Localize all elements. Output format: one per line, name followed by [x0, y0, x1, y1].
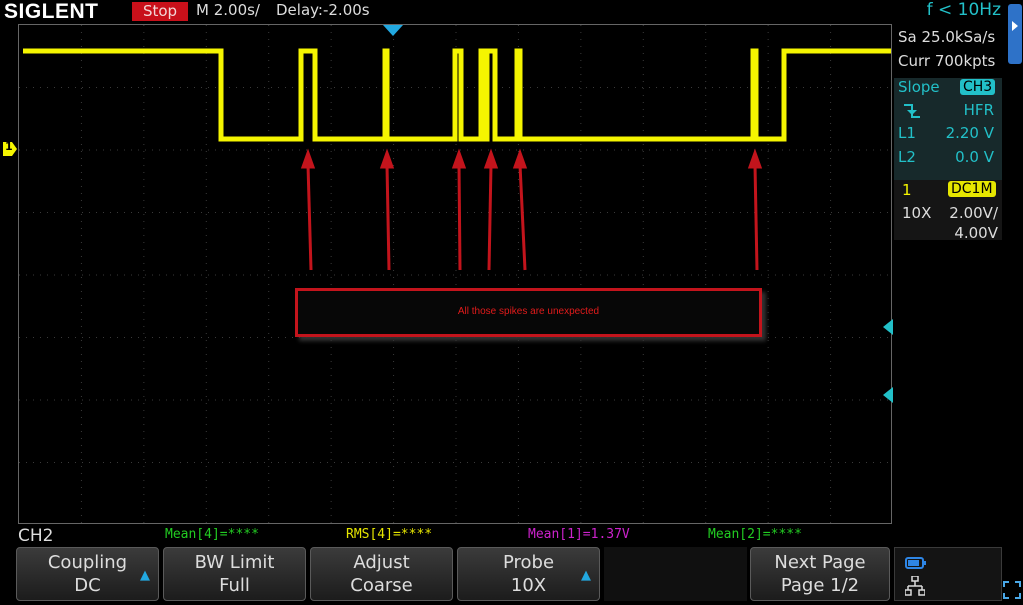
coupling-button-value: DC: [74, 575, 101, 596]
measurement-bar: CH2 Mean[4]=**** RMS[4]=**** Mean[1]=1.3…: [0, 526, 1023, 547]
bw-limit-button[interactable]: BW Limit Full: [163, 547, 306, 601]
channel1-coupling-badge: DC1M: [948, 181, 996, 197]
level1-value: 2.20 V: [945, 124, 994, 142]
trigger-coupling: HFR: [963, 101, 994, 119]
annotation-arrows: [300, 148, 763, 271]
battery-icon: [905, 554, 927, 573]
ch1-waveform-trace: [23, 48, 891, 142]
info-panel: Sa 25.0kSa/s Curr 700kpts Slope CH3 HFR …: [894, 24, 1006, 524]
empty-softkey: [604, 547, 747, 601]
trigger-position-marker[interactable]: [383, 25, 403, 36]
timebase-readout: M 2.00s/: [196, 1, 260, 19]
fullscreen-icon[interactable]: [1003, 581, 1021, 603]
ch1-ground-marker[interactable]: 1: [3, 140, 17, 156]
status-icons-panel: [894, 547, 1002, 601]
channel1-settings-panel[interactable]: 1 DC1M 10X 2.00V/ 4.00V: [894, 180, 1002, 242]
measurement-4: Mean[2]=****: [708, 527, 802, 542]
trigger-frequency-readout: f < 10Hz: [926, 0, 1001, 20]
ch3-offset-marker[interactable]: [883, 387, 893, 403]
adjust-button-value: Coarse: [350, 575, 413, 596]
waveform-canvas: [19, 25, 893, 525]
adjust-button[interactable]: Adjust Coarse: [310, 547, 453, 601]
coupling-button[interactable]: Coupling DC ▲: [16, 547, 159, 601]
cycle-up-icon: ▲: [581, 568, 591, 583]
run-stop-status[interactable]: Stop: [132, 2, 188, 21]
probe-button-label: Probe: [502, 552, 555, 573]
level2-value: 0.0 V: [955, 148, 994, 166]
bw-limit-button-value: Full: [219, 575, 250, 596]
coupling-button-label: Coupling: [47, 552, 128, 573]
annotation-text: All those spikes are unexpected: [457, 306, 600, 317]
ch1-ground-label: 1: [5, 140, 13, 153]
trigger-source-badge: CH3: [960, 79, 996, 95]
channel1-probe: 10X: [902, 204, 932, 222]
level2-label: L2: [898, 148, 916, 166]
channel1-scale: 2.00V/: [949, 204, 998, 222]
active-channel-label: CH2: [18, 526, 54, 546]
channel1-number: 1: [902, 181, 912, 199]
side-panel-toggle[interactable]: [1008, 4, 1022, 64]
bw-limit-button-label: BW Limit: [194, 552, 275, 573]
brand-logo: SIGLENT: [4, 0, 99, 23]
annotation-callout: All those spikes are unexpected: [295, 288, 762, 337]
top-status-bar: SIGLENT Stop M 2.00s/ Delay:-2.00s f < 1…: [0, 0, 1023, 23]
probe-button[interactable]: Probe 10X ▲: [457, 547, 600, 601]
measurement-2: RMS[4]=****: [346, 527, 433, 542]
measurement-1: Mean[4]=****: [165, 527, 259, 542]
trigger-settings-panel[interactable]: Slope CH3 HFR L1 2.20 V L2 0.0 V: [894, 78, 1002, 194]
softkey-menu: Coupling DC ▲ BW Limit Full Adjust Coars…: [0, 547, 1023, 605]
level1-label: L1: [898, 124, 916, 142]
delay-readout: Delay:-2.00s: [276, 1, 370, 19]
ch3-trigger-level-marker[interactable]: [883, 319, 893, 335]
measurement-3: Mean[1]=1.37V: [528, 527, 630, 542]
channel1-offset: 4.00V: [954, 224, 998, 242]
trigger-type: Slope: [898, 78, 940, 96]
sample-rate: Sa 25.0kSa/s: [898, 28, 996, 46]
memory-depth: Curr 700kpts: [898, 52, 996, 70]
next-page-button[interactable]: Next Page Page 1/2: [750, 547, 890, 601]
adjust-button-label: Adjust: [353, 552, 410, 573]
falling-edge-icon: [904, 103, 922, 123]
next-page-button-label: Next Page: [774, 552, 866, 573]
waveform-display[interactable]: [18, 24, 893, 525]
cycle-up-icon: ▲: [140, 568, 150, 583]
next-page-button-value: Page 1/2: [780, 575, 860, 596]
probe-button-value: 10X: [510, 575, 547, 596]
network-icon: [904, 575, 926, 600]
